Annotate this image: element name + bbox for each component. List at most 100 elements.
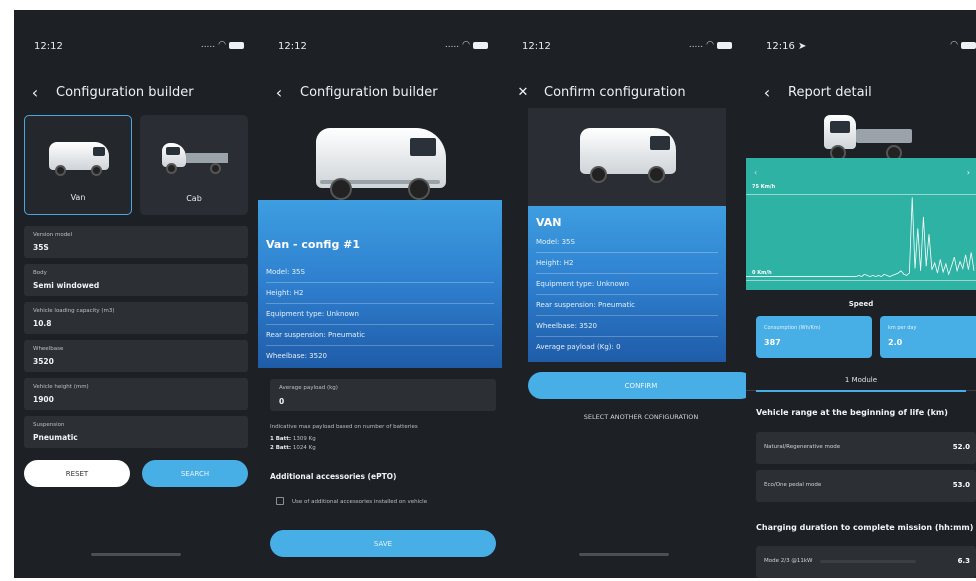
battery-icon [717, 41, 732, 49]
back-icon[interactable]: ‹ [20, 83, 50, 102]
status-icons: ◠ [950, 40, 976, 50]
field-label: Average payload (kg) [279, 385, 338, 391]
type-card-cab[interactable]: Cab [140, 115, 248, 215]
consumption-stat: Consumption (Wh/Km) 387 [756, 316, 872, 358]
back-icon[interactable]: ‹ [264, 83, 294, 102]
field-value: 1900 [33, 395, 54, 404]
speed-chart-svg [746, 197, 975, 278]
config-row: Height: H2 [266, 283, 494, 304]
confirm-configuration-screen: 12:12 ..... ◠ ✕ Confirm configuration VAN… [502, 10, 746, 578]
field-label: Wheelbase [33, 346, 64, 352]
config-row: Rear suspension: Pneumatic [536, 295, 718, 316]
stat-label: Consumption (Wh/Km) [764, 325, 821, 331]
van-image [580, 128, 676, 186]
batt1-label: 1 Batt: [270, 436, 292, 442]
charging-title: Charging duration to complete mission (h… [756, 523, 974, 532]
charging-row: Mode 2/3 @11kW 6.3 [756, 546, 976, 578]
field-label: Body [33, 270, 47, 276]
page-title: Configuration builder [56, 84, 194, 100]
charging-row-value: 6.3 [957, 557, 970, 565]
nav-bar: ‹ Configuration builder [14, 80, 258, 104]
location-icon: ➤ [798, 41, 807, 52]
nav-bar: ‹ Configuration builder [258, 80, 502, 104]
status-time: 12:12 [34, 41, 63, 52]
config-title: Van - config #1 [266, 238, 361, 251]
field-label: Version model [33, 232, 73, 238]
wheelbase-field[interactable]: Wheelbase 3520 [24, 340, 248, 372]
batt2-label: 2 Batt: [270, 445, 292, 451]
indicative-text: Indicative max payload based on number o… [270, 424, 418, 430]
van-image [316, 128, 446, 202]
module-tab[interactable]: 1 Module [746, 376, 976, 384]
configuration-builder-screen: 12:12 ..... ◠ ‹ Configuration builder Van [14, 10, 258, 578]
page-title: Report detail [788, 84, 872, 100]
configuration-detail-screen: 12:12 ..... ◠ ‹ Configuration builder Van… [258, 10, 502, 578]
config-title: VAN [536, 216, 562, 229]
suspension-field[interactable]: Suspension Pneumatic [24, 416, 248, 448]
page-title: Confirm configuration [544, 84, 686, 100]
body-field[interactable]: Body Semi windowed [24, 264, 248, 296]
version-model-field[interactable]: Version model 35S [24, 226, 248, 258]
select-another-configuration-link[interactable]: SELECT ANOTHER CONFIGURATION [528, 413, 746, 421]
type-card-label: Cab [186, 194, 202, 203]
status-icons: ..... ◠ [201, 40, 244, 50]
module-tab-indicator [756, 390, 966, 392]
field-value: 3520 [33, 357, 54, 366]
battery-icon [229, 41, 244, 49]
range-row-value: 53.0 [952, 481, 970, 489]
config-row: Wheelbase: 3520 [536, 316, 718, 337]
confirm-button[interactable]: CONFIRM [528, 372, 746, 399]
home-indicator [91, 553, 181, 556]
range-row-label: Eco/One pedal mode [764, 482, 822, 488]
config-row: Wheelbase: 3520 [266, 352, 328, 360]
config-row: Equipment type: Unknown [266, 304, 494, 325]
config-row: Model: 35S [266, 262, 494, 283]
stat-label: km per day [888, 325, 917, 331]
report-detail-screen: 12:16 ➤ ◠ ‹ Report detail ‹ › 75 Km/h 0 … [746, 10, 976, 578]
config-card: Van - config #1 Model: 35S Height: H2 Eq… [258, 200, 502, 368]
stat-value: 387 [764, 338, 781, 347]
config-card: VAN Model: 35S Height: H2 Equipment type… [528, 206, 726, 362]
charging-progress-track [820, 560, 916, 563]
page-title: Configuration builder [300, 84, 438, 100]
save-button[interactable]: SAVE [270, 530, 496, 557]
battery-icon [961, 41, 976, 49]
config-row: Rear suspension: Pneumatic [266, 325, 494, 346]
field-value: 35S [33, 243, 49, 252]
close-icon[interactable]: ✕ [508, 85, 538, 100]
loading-capacity-field[interactable]: Vehicle loading capacity (m3) 10.8 [24, 302, 248, 334]
speed-chart: ‹ › 75 Km/h 0 Km/h [746, 158, 976, 290]
app-stage: 12:12 ..... ◠ ‹ Configuration builder Van [14, 10, 976, 578]
accessories-checkbox[interactable] [276, 497, 284, 505]
type-card-label: Van [70, 193, 86, 202]
battery-icon [473, 41, 488, 49]
range-row: Natural/Regenerative mode 52.0 [756, 432, 976, 464]
config-row: Model: 35S [536, 232, 718, 253]
config-row: Equipment type: Unknown [536, 274, 718, 295]
field-value: 10.8 [33, 319, 52, 328]
status-time: 12:16 ➤ [766, 41, 807, 52]
type-card-van[interactable]: Van [24, 115, 132, 215]
status-icons: ..... ◠ [689, 40, 732, 50]
status-time: 12:12 [278, 41, 307, 52]
vehicle-height-field[interactable]: Vehicle height (mm) 1900 [24, 378, 248, 410]
chart-caption: Speed [848, 300, 874, 308]
stat-value: 2.0 [888, 338, 903, 347]
status-icons: ..... ◠ [445, 40, 488, 50]
range-row-label: Natural/Regenerative mode [764, 444, 841, 450]
reset-button[interactable]: RESET [24, 460, 130, 487]
field-label: Vehicle height (mm) [33, 384, 89, 390]
batt1-line: 1 Batt: 1309 Kg [270, 436, 316, 442]
average-payload-field[interactable]: Average payload (kg) 0 [270, 379, 496, 411]
nav-bar: ✕ Confirm configuration [502, 80, 746, 104]
field-label: Vehicle loading capacity (m3) [33, 308, 115, 314]
back-icon[interactable]: ‹ [752, 83, 782, 102]
batt1-value: 1309 Kg [292, 436, 316, 442]
accessories-checkbox-label: Use of additional accessories installed … [292, 499, 428, 505]
km-per-day-stat: km per day 2.0 [880, 316, 976, 358]
config-row: Average payload (Kg): 0 [536, 343, 621, 351]
search-button[interactable]: SEARCH [142, 460, 248, 487]
accessories-title: Additional accessories (ePTO) [270, 472, 397, 481]
batt2-value: 1024 Kg [292, 445, 316, 451]
charging-row-label: Mode 2/3 @11kW [764, 558, 813, 564]
